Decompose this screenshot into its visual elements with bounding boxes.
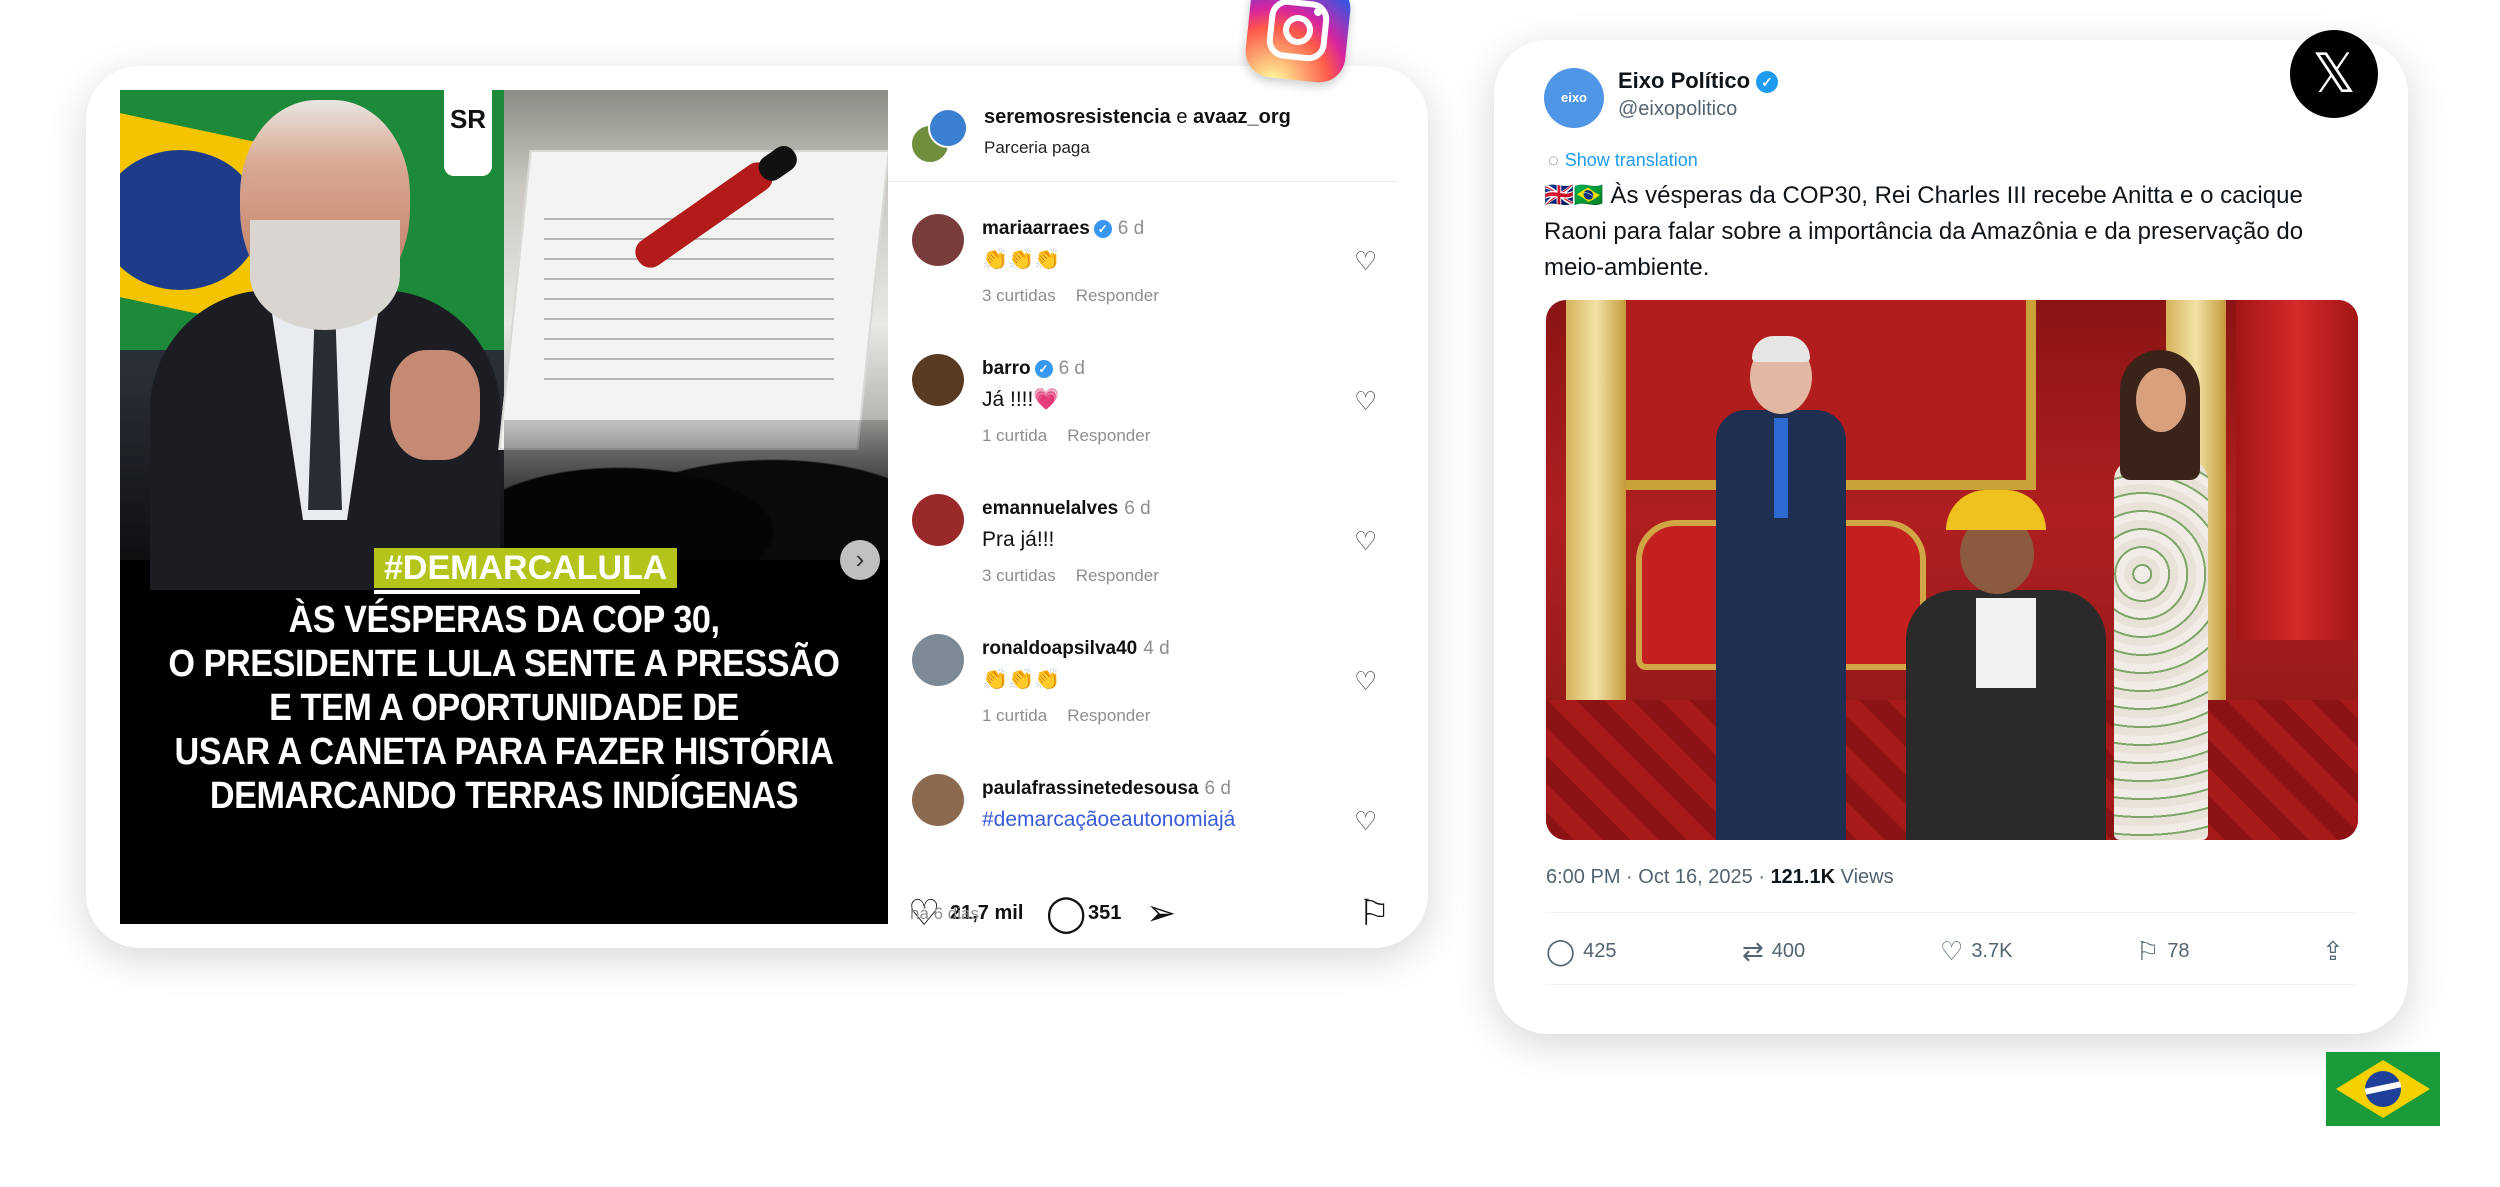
avatar[interactable] [912,634,964,686]
x-post-card: eixo político Eixo Político ✓ @eixopoliti… [1494,40,2408,1034]
reply-button[interactable]: ◯ 425 [1546,936,1616,967]
x-icon: 𝕏 [2290,30,2378,118]
brazil-flag-icon [2326,1052,2440,1126]
headline-line: O PRESIDENTE LULA SENTE A PRESSÃO [168,643,840,685]
like-button[interactable]: ♡ 3.7K [1940,936,2012,967]
headline-line: ÀS VÉSPERAS DA COP 30, [288,599,720,641]
heart-icon[interactable]: ♡ [1354,666,1377,697]
avatar[interactable] [912,354,964,406]
comment-icon[interactable]: ◯ [1046,892,1086,934]
hashtag-underline [374,590,640,594]
author-handle[interactable]: @eixopolitico [1618,98,1737,121]
comment-username[interactable]: paulafrassinetedesousa 6 d [982,778,1231,800]
verified-icon: ✓ [1034,359,1053,378]
author-connector: e [1176,106,1188,128]
views-count: 121.1K [1770,866,1836,888]
repost-icon: ⇄ [1742,936,1764,966]
comment-item: mariaarraes ✓ 6 d 👏👏👏 3 curtidas Responder … [888,196,1398,336]
verified-icon: ✓ [1756,71,1779,94]
bookmark-button[interactable]: ⚐ 78 [2136,936,2190,967]
avatar[interactable] [912,494,964,546]
post-carousel-image[interactable]: SR › #DEMARCALULA ÀS VÉSPERAS DA COP 30,… [120,90,888,924]
post-author[interactable]: seremosresistencia e avaaz_org [984,106,1291,129]
comment-age: 6 d [1124,498,1151,519]
comment-meta: 3 curtidas Responder [982,286,1179,306]
heart-icon[interactable]: ♡ [1354,806,1377,837]
comment-text: 👏👏👏 [982,248,1061,271]
post-photo[interactable] [1546,300,2358,840]
reply-button[interactable]: Responder [1076,566,1159,585]
avatar[interactable]: eixo político [1544,68,1604,165]
post-text: 🇬🇧🇧🇷 Às vésperas da COP30, Rei Charles I… [1544,182,2304,281]
comment-likes[interactable]: 1 curtida [982,426,1047,445]
comment-item: ronaldoapsilva40 4 d 👏👏👏 1 curtida Respond… [888,616,1398,756]
post-timestamp[interactable]: 6:00 PM · Oct 16, 2025 · 121.1K Views [1546,866,1894,889]
instagram-post-card: SR › #DEMARCALULA ÀS VÉSPERAS DA COP 30,… [86,66,1428,948]
comment-username[interactable]: emannuelalves 6 d [982,498,1151,520]
headline-line: E TEM A OPORTUNIDADE DE [269,687,739,729]
bookmark-icon: ⚐ [2136,936,2160,966]
heart-icon: ♡ [1940,936,1964,966]
comment-text: Já !!!!💗 [982,388,1060,411]
comment-age: 4 d [1143,638,1170,659]
comment-text: Pra já!!! [982,528,1055,551]
banner-protest-photo [498,90,888,560]
heart-icon[interactable]: ♡ [1354,386,1377,417]
comment-username[interactable]: mariaarraes ✓ 6 d [982,218,1144,240]
comment-hashtag-link[interactable]: #demarcaçãoeautonomiajá [982,808,1235,832]
translate-icon: ◌ [1548,150,1559,170]
comment-item: barro ✓ 6 d Já !!!!💗 1 curtida Responder ♡ [888,336,1398,476]
comment-likes[interactable]: 3 curtidas [982,566,1056,585]
comment-text: 👏👏👏 [982,668,1061,691]
paid-partnership-label[interactable]: Parceria paga [984,138,1090,158]
share-icon[interactable]: ➢ [1146,892,1176,934]
author-username[interactable]: seremosresistencia [984,106,1171,128]
reply-button[interactable]: Responder [1067,706,1150,725]
sr-badge: SR [444,90,492,176]
comment-username[interactable]: ronaldoapsilva40 4 d [982,638,1170,660]
post-time: há 6 dias [910,904,979,923]
avatar[interactable] [912,774,964,826]
heart-icon[interactable]: ♡ [1354,526,1377,557]
comment-likes[interactable]: 3 curtidas [982,286,1056,305]
comment-username[interactable]: barro ✓ 6 d [982,358,1085,380]
comment-item: emannuelalves 6 d Pra já!!! 3 curtidas Res… [888,476,1398,616]
post-sidebar: seremosresistencia e avaaz_org Parceria … [888,66,1428,948]
post-header: seremosresistencia e avaaz_org Parceria … [888,66,1398,182]
share-button[interactable]: ⇪ [2322,936,2352,967]
comment-meta: 1 curtida Responder [982,426,1170,446]
repost-button[interactable]: ⇄ 400 [1742,936,1805,967]
comment-meta: 1 curtida Responder [982,706,1170,726]
verified-icon: ✓ [1093,219,1112,238]
composite-stage: SR › #DEMARCALULA ÀS VÉSPERAS DA COP 30,… [0,0,2500,1187]
comment-age: 6 d [1058,358,1085,379]
heart-icon[interactable]: ♡ [1354,246,1377,277]
reply-icon: ◯ [1546,936,1576,966]
show-translation-link[interactable]: ◌ Show translation [1548,150,1698,171]
carousel-next-icon[interactable]: › [840,540,880,580]
comment-item: paulafrassinetedesousa 6 d #demarcaçãoeau… [888,756,1398,886]
comment-age: 6 d [1204,778,1231,799]
post-headline: ÀS VÉSPERAS DA COP 30, O PRESIDENTE LULA… [158,598,849,818]
avatar[interactable] [912,214,964,266]
post-hashtag: #DEMARCALULA [374,548,678,588]
share-icon: ⇪ [2322,936,2344,966]
comments-list: mariaarraes ✓ 6 d 👏👏👏 3 curtidas Responder … [888,196,1398,886]
comment-likes[interactable]: 1 curtida [982,706,1047,725]
collab-username[interactable]: avaaz_org [1193,106,1291,128]
headline-line: DEMARCANDO TERRAS INDÍGENAS [209,775,799,817]
reply-button[interactable]: Responder [1076,286,1159,305]
comment-age: 6 d [1117,218,1145,239]
reply-button[interactable]: Responder [1067,426,1150,445]
bookmark-icon[interactable]: ⚐ [1358,892,1390,934]
comment-meta: 3 curtidas Responder [982,566,1179,586]
post-actions: ◯ 425 ⇄ 400 ♡ 3.7K ⚐ 78 ⇪ [1546,930,2356,980]
collab-avatar[interactable] [910,108,968,164]
instagram-icon [1243,0,1353,85]
headline-line: USAR A CANETA PARA FAZER HISTÓRIA [174,731,834,773]
author-name[interactable]: Eixo Político ✓ [1618,68,1779,94]
comment-count[interactable]: 351 [1088,902,1121,925]
